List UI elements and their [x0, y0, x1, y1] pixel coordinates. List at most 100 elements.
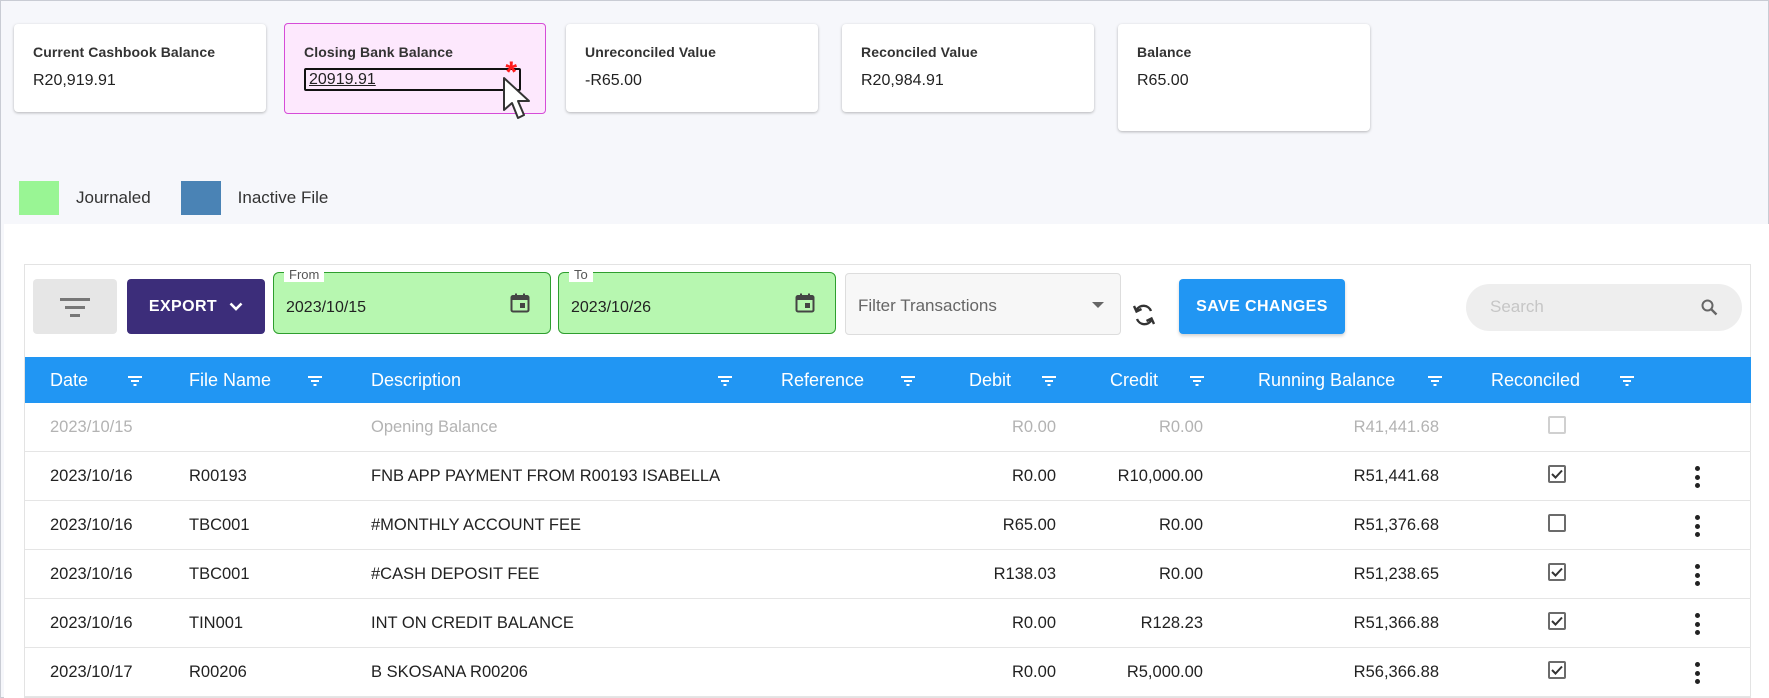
save-changes-button[interactable]: SAVE CHANGES	[1179, 279, 1345, 334]
more-vert-icon[interactable]	[1694, 613, 1700, 635]
cell-running-balance: R51,441.68	[1353, 467, 1439, 485]
bank-balance-field[interactable]: *	[304, 56, 521, 91]
cell-description: Opening Balance	[371, 418, 498, 436]
cell-debit: R65.00	[1002, 516, 1056, 534]
to-date-value[interactable]: 2023/10/26	[571, 299, 651, 317]
more-vert-icon[interactable]	[1694, 515, 1700, 537]
filter-toggle-button[interactable]	[33, 279, 117, 334]
cashbook-balance-label: Current Cashbook Balance	[33, 44, 216, 60]
inactive-file-legend-label: Inactive File	[237, 188, 329, 207]
calendar-icon[interactable]	[510, 293, 530, 313]
journaled-legend-label: Journaled	[76, 188, 151, 207]
column-filter-icon[interactable]	[1428, 376, 1442, 386]
more-vert-icon[interactable]	[1694, 662, 1700, 684]
journaled-swatch	[19, 181, 59, 215]
cell-description: B SKOSANA R00206	[371, 663, 528, 681]
reconciled-checkbox[interactable]	[1548, 563, 1566, 581]
inactive-file-swatch	[180, 181, 221, 215]
unreconciled-value-amount: -R65.00	[585, 72, 642, 89]
column-filter-icon[interactable]	[1042, 376, 1056, 386]
table-row[interactable]: 2023/10/15 Opening Balance R0.00 R0.00 R41,4…	[25, 403, 1751, 452]
column-header-credit[interactable]: Credit	[1110, 370, 1158, 391]
cell-credit: R0.00	[1158, 418, 1203, 436]
column-header-date[interactable]: Date	[50, 370, 88, 391]
cell-debit: R0.00	[1011, 467, 1056, 485]
cell-file-name: TIN001	[189, 614, 244, 632]
bank-balance-label: Closing Bank Balance	[304, 44, 454, 60]
bank-balance-input[interactable]	[304, 68, 521, 91]
filter-lines-icon	[60, 297, 90, 317]
reconciled-checkbox[interactable]	[1548, 465, 1566, 483]
cell-credit: R0.00	[1158, 516, 1203, 534]
table-row[interactable]: 2023/10/16 TIN001 INT ON CREDIT BALANCE R0.…	[25, 599, 1751, 648]
column-filter-icon[interactable]	[128, 376, 142, 386]
bank-balance-card[interactable]: Closing Bank Balance *	[284, 23, 546, 114]
cashbook-balance-card: Current Cashbook Balance R20,919.91	[14, 24, 266, 112]
dropdown-arrow-icon	[1092, 302, 1104, 308]
table-row[interactable]: 2023/10/17 R00206 B SKOSANA R00206 R0.00 R5,…	[25, 648, 1751, 697]
reconciled-checkbox[interactable]	[1548, 514, 1566, 532]
column-filter-icon[interactable]	[901, 376, 915, 386]
search-box[interactable]	[1466, 284, 1742, 331]
table-row[interactable]: 2023/10/16 TBC001 #CASH DEPOSIT FEE R138.03…	[25, 550, 1751, 599]
column-header-debit[interactable]: Debit	[969, 370, 1011, 391]
more-vert-icon[interactable]	[1694, 466, 1700, 488]
chevron-down-icon	[229, 302, 243, 311]
reconciled-value-amount: R20,984.91	[861, 72, 944, 89]
reconciled-checkbox[interactable]	[1548, 612, 1566, 630]
column-filter-icon[interactable]	[308, 376, 322, 386]
search-icon[interactable]	[1701, 299, 1718, 316]
cell-credit: R0.00	[1158, 565, 1203, 583]
legend: Journaled Inactive File	[19, 181, 358, 215]
to-date-field[interactable]: To 2023/10/26	[558, 268, 836, 334]
cell-debit: R0.00	[1011, 663, 1056, 681]
export-button-label: EXPORT	[148, 297, 218, 315]
cell-running-balance: R51,366.88	[1353, 614, 1439, 632]
check-icon	[1551, 665, 1563, 675]
cell-description: FNB APP PAYMENT FROM R00193 ISABELLA	[371, 467, 721, 485]
cell-running-balance: R56,366.88	[1353, 663, 1439, 681]
from-date-label: From	[284, 268, 325, 282]
from-date-field[interactable]: From 2023/10/15	[273, 268, 551, 334]
cell-file-name: R00206	[189, 663, 247, 681]
reconciled-checkbox[interactable]	[1548, 416, 1566, 434]
save-changes-label: SAVE CHANGES	[1196, 297, 1328, 315]
from-date-value[interactable]: 2023/10/15	[286, 299, 366, 317]
cell-debit: R138.03	[993, 565, 1056, 583]
cell-date: 2023/10/16	[50, 565, 133, 583]
search-input[interactable]	[1488, 296, 1688, 318]
column-filter-icon[interactable]	[718, 376, 732, 386]
calendar-icon[interactable]	[795, 293, 815, 313]
table-header: Date File Name Description Reference Deb…	[25, 357, 1751, 403]
more-vert-icon[interactable]	[1694, 564, 1700, 586]
column-header-running-balance[interactable]: Running Balance	[1258, 370, 1395, 391]
cell-description: INT ON CREDIT BALANCE	[371, 614, 574, 632]
column-filter-icon[interactable]	[1620, 376, 1634, 386]
table-row[interactable]: 2023/10/16 TBC001 #MONTHLY ACCOUNT FEE R65.…	[25, 501, 1751, 550]
export-button[interactable]: EXPORT	[127, 279, 265, 334]
column-filter-icon[interactable]	[1190, 376, 1204, 386]
cell-date: 2023/10/17	[50, 663, 133, 681]
table-row[interactable]: 2023/10/16 R00193 FNB APP PAYMENT FROM R00…	[25, 452, 1751, 501]
check-icon	[1551, 567, 1563, 577]
cell-running-balance: R41,441.68	[1353, 418, 1439, 436]
column-header-reference[interactable]: Reference	[781, 370, 864, 391]
cell-running-balance: R51,238.65	[1353, 565, 1439, 583]
cell-date: 2023/10/15	[50, 418, 133, 436]
unreconciled-value-card: Unreconciled Value -R65.00	[566, 24, 818, 112]
unreconciled-value-label: Unreconciled Value	[585, 44, 716, 60]
cell-credit: R10,000.00	[1117, 467, 1203, 485]
column-header-file-name[interactable]: File Name	[189, 370, 271, 391]
cell-description: #MONTHLY ACCOUNT FEE	[371, 516, 581, 534]
balance-card: Balance R65.00	[1118, 24, 1370, 131]
required-asterisk: *	[505, 56, 517, 89]
column-header-description[interactable]: Description	[371, 370, 461, 391]
column-header-reconciled[interactable]: Reconciled	[1491, 370, 1580, 391]
cell-debit: R0.00	[1011, 418, 1056, 436]
filter-transactions-select[interactable]: Filter Transactions	[845, 273, 1121, 335]
balance-value: R65.00	[1137, 72, 1189, 89]
refresh-icon[interactable]	[1132, 302, 1156, 328]
reconciled-value-card: Reconciled Value R20,984.91	[842, 24, 1094, 112]
reconciled-checkbox[interactable]	[1548, 661, 1566, 679]
reconciled-value-label: Reconciled Value	[861, 44, 978, 60]
